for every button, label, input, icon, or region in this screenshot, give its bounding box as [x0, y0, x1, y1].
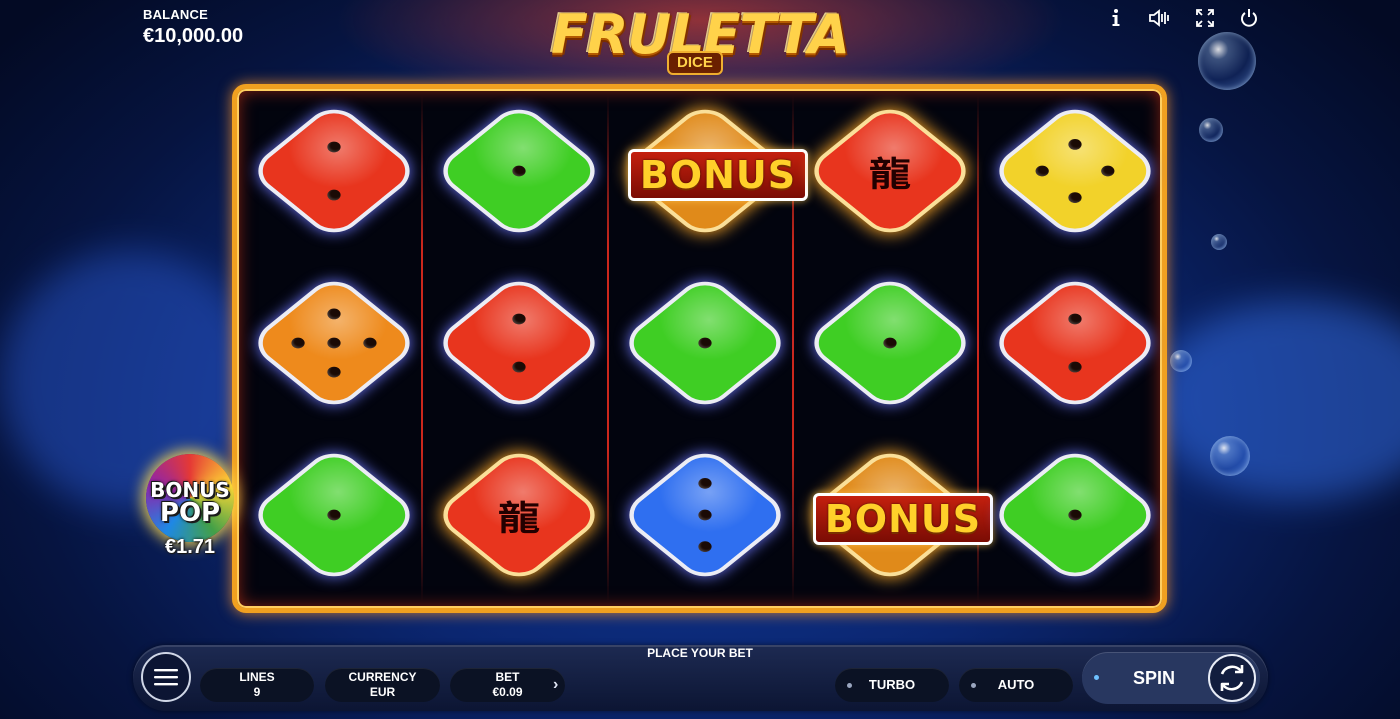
balance-value: €10,000.00	[143, 25, 244, 47]
dice-icon	[252, 277, 416, 409]
currency-label: CURRENCY	[348, 670, 417, 684]
reel-symbol-r2c1	[249, 269, 419, 429]
turbo-label: TURBO	[868, 677, 916, 692]
dice-icon	[993, 277, 1157, 409]
bonus-pop-jackpot: BONUS POP €1.71	[140, 454, 240, 559]
die-pip	[509, 311, 529, 327]
reel-divider	[607, 95, 609, 602]
die-pip	[324, 306, 344, 322]
bonus-pop-amount: €1.71	[164, 536, 216, 558]
dragon-dice-icon: 龍	[808, 105, 972, 237]
currency-selector[interactable]: CURRENCY EUR	[325, 668, 440, 702]
dice-icon	[993, 105, 1157, 237]
reel-symbol-r1c2	[434, 97, 604, 257]
reel-area: 龍BONUS龍龍龍BONUS	[232, 84, 1167, 613]
lines-value: 9	[253, 685, 261, 699]
logo-subtitle: DICE	[667, 51, 723, 75]
bet-value: €0.09	[492, 685, 523, 699]
bubble-decoration	[1210, 436, 1250, 476]
dragon-dice-icon: 龍	[437, 449, 601, 581]
dice-icon	[993, 449, 1157, 581]
reel-symbol-r3c1	[249, 441, 419, 601]
die-pip	[360, 335, 380, 351]
sound-icon[interactable]	[1147, 6, 1171, 30]
die-pip	[324, 364, 344, 380]
hamburger-icon	[154, 669, 178, 686]
spin-label[interactable]: SPIN	[1133, 668, 1175, 689]
reel-symbol-r2c5	[990, 269, 1160, 429]
bubble-decoration	[1199, 118, 1223, 142]
dice-icon	[437, 105, 601, 237]
reel-symbol-r2c4	[805, 269, 975, 429]
die-pip	[324, 335, 344, 351]
reel-symbol-r2c2	[434, 269, 604, 429]
spin-indicator	[1094, 675, 1099, 680]
bonus-badge: BONUS	[628, 149, 808, 201]
die-pip	[509, 359, 529, 375]
reel-symbol-r2c3	[620, 269, 790, 429]
chevron-right-icon[interactable]: ›	[553, 676, 558, 694]
spin-button[interactable]	[1208, 654, 1256, 702]
die-pip	[1065, 137, 1085, 153]
die-pip	[1065, 189, 1085, 205]
die-pip	[695, 475, 715, 491]
balance-label: BALANCE	[143, 7, 208, 22]
dice-icon	[623, 277, 787, 409]
die-pip	[1098, 163, 1117, 179]
bubble-decoration	[1198, 32, 1256, 90]
dice-icon	[252, 449, 416, 581]
turbo-indicator	[847, 683, 852, 688]
die-pip	[1065, 507, 1085, 523]
power-icon[interactable]	[1237, 6, 1261, 30]
lines-selector[interactable]: LINES 9	[200, 668, 314, 702]
lines-label: LINES	[239, 670, 275, 684]
die-pip	[1065, 311, 1085, 327]
reel-symbol-r1c1	[249, 97, 419, 257]
bet-selector[interactable]: BET €0.09	[450, 668, 565, 702]
die-pip	[695, 335, 715, 351]
turbo-button[interactable]: TURBO	[835, 668, 949, 702]
reel-divider	[421, 95, 423, 602]
die-pip	[288, 335, 308, 351]
bonus-pop-subtitle: POP	[159, 498, 221, 528]
place-bet-message: PLACE YOUR BET	[647, 646, 753, 660]
reel-symbol-r1c5	[990, 97, 1160, 257]
bonus-badge: BONUS	[813, 493, 993, 545]
die-pip	[695, 538, 715, 555]
game-logo: FRULETTA DICE	[545, 4, 855, 75]
dice-icon	[623, 449, 787, 581]
dragon-glyph: 龍	[497, 498, 541, 538]
die-pip	[695, 507, 715, 523]
reel-symbol-r1c3: 龍BONUS	[620, 97, 808, 257]
auto-indicator	[971, 683, 976, 688]
dragon-glyph: 龍	[868, 154, 912, 194]
die-pip	[324, 187, 344, 203]
bubble-decoration	[1170, 350, 1192, 372]
reel-symbol-r1c4: 龍	[805, 97, 975, 257]
auto-label: AUTO	[997, 677, 1035, 692]
currency-value: EUR	[369, 685, 396, 699]
background-glow	[1150, 300, 1400, 500]
die-pip	[880, 335, 900, 351]
menu-button[interactable]	[141, 652, 191, 702]
reel-symbol-r3c4: 龍BONUS	[805, 441, 993, 601]
bet-label: BET	[495, 670, 520, 684]
reel-symbol-r3c5	[990, 441, 1160, 601]
die-pip	[324, 139, 344, 155]
die-pip	[324, 507, 344, 523]
die-pip	[1065, 359, 1085, 375]
reel-symbol-r3c2: 龍	[434, 441, 604, 601]
die-pip	[1033, 163, 1052, 179]
auto-button[interactable]: AUTO	[959, 668, 1073, 702]
dice-icon	[437, 277, 601, 409]
refresh-icon	[1220, 665, 1244, 691]
dice-icon	[808, 277, 972, 409]
info-icon[interactable]	[1104, 6, 1128, 30]
fullscreen-icon[interactable]	[1193, 6, 1217, 30]
die-pip	[509, 163, 529, 179]
dice-icon	[252, 105, 416, 237]
bubble-decoration	[1211, 234, 1227, 250]
reel-symbol-r3c3	[620, 441, 790, 601]
